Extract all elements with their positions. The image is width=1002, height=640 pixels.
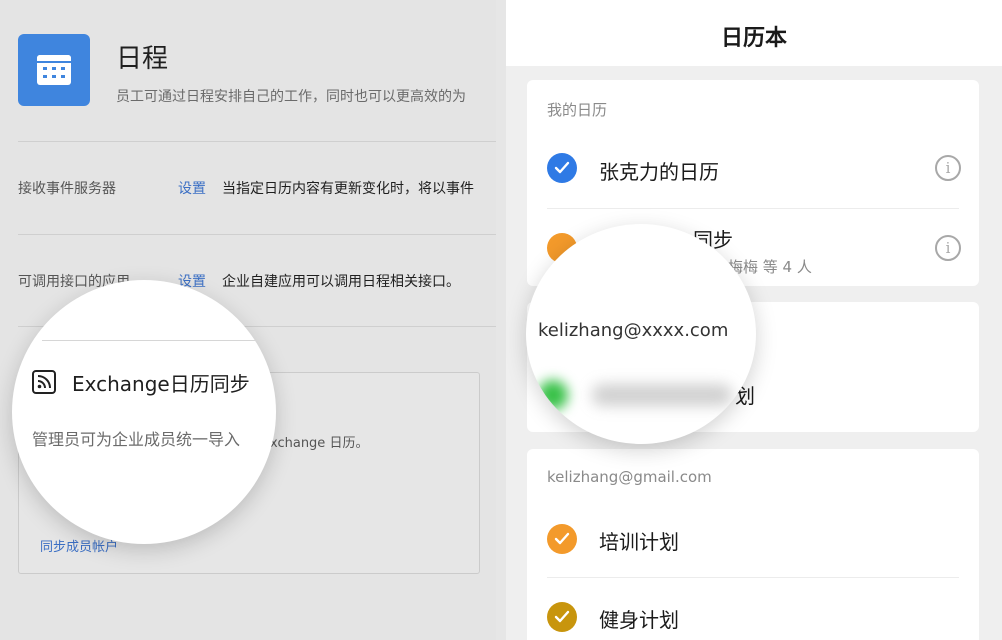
app-title: 日程 — [116, 44, 169, 74]
blurred-checkbox-icon — [538, 380, 568, 410]
header: 日历本 — [506, 0, 1002, 66]
divider — [18, 234, 496, 235]
account-email: kelizhang@xxxx.com — [538, 320, 729, 341]
checkbox-checked-icon[interactable] — [547, 153, 577, 183]
section-title: 我的日历 — [547, 101, 608, 119]
api-apps-description: 企业自建应用可以调用日程相关接口。 — [222, 274, 460, 290]
checkbox-checked-icon[interactable] — [547, 524, 577, 554]
magnifier-account: kelizhang@xxxx.com — [526, 224, 756, 444]
rss-icon — [32, 370, 56, 394]
divider — [18, 141, 496, 142]
exchange-description-tail: xchange 日历。 — [270, 436, 369, 451]
magnifier-exchange: Exchange日历同步 管理员可为企业成员统一导入 — [12, 280, 276, 544]
calendar-name: 培训计划 — [599, 530, 679, 554]
info-icon[interactable]: i — [935, 235, 961, 261]
blurred-calendar-name — [592, 384, 732, 406]
info-icon[interactable]: i — [935, 155, 961, 181]
checkbox-checked-icon[interactable] — [547, 602, 577, 632]
divider — [547, 208, 959, 209]
exchange-description: 管理员可为企业成员统一导入 — [32, 430, 241, 449]
section-title: kelizhang@gmail.com — [547, 468, 712, 486]
gmail-calendars-card: kelizhang@gmail.com 培训计划 健身计划 — [527, 449, 979, 640]
event-server-description: 当指定日历内容有更新变化时，将以事件 — [222, 181, 474, 197]
page-title: 日历本 — [720, 26, 787, 51]
exchange-sync-title: Exchange日历同步 — [72, 372, 250, 396]
divider — [547, 577, 959, 578]
event-server-label: 接收事件服务器 — [18, 181, 116, 197]
divider — [42, 340, 258, 341]
calendar-app-icon — [18, 34, 90, 106]
calendar-name: 张克力的日历 — [599, 160, 719, 184]
sync-member-accounts-link[interactable]: 同步成员帐户 — [40, 536, 118, 555]
event-server-settings-link[interactable]: 设置 — [178, 178, 206, 198]
calendar-name: 健身计划 — [599, 608, 679, 632]
app-description: 员工可通过日程安排自己的工作，同时也可以更高效的为 — [116, 89, 466, 105]
